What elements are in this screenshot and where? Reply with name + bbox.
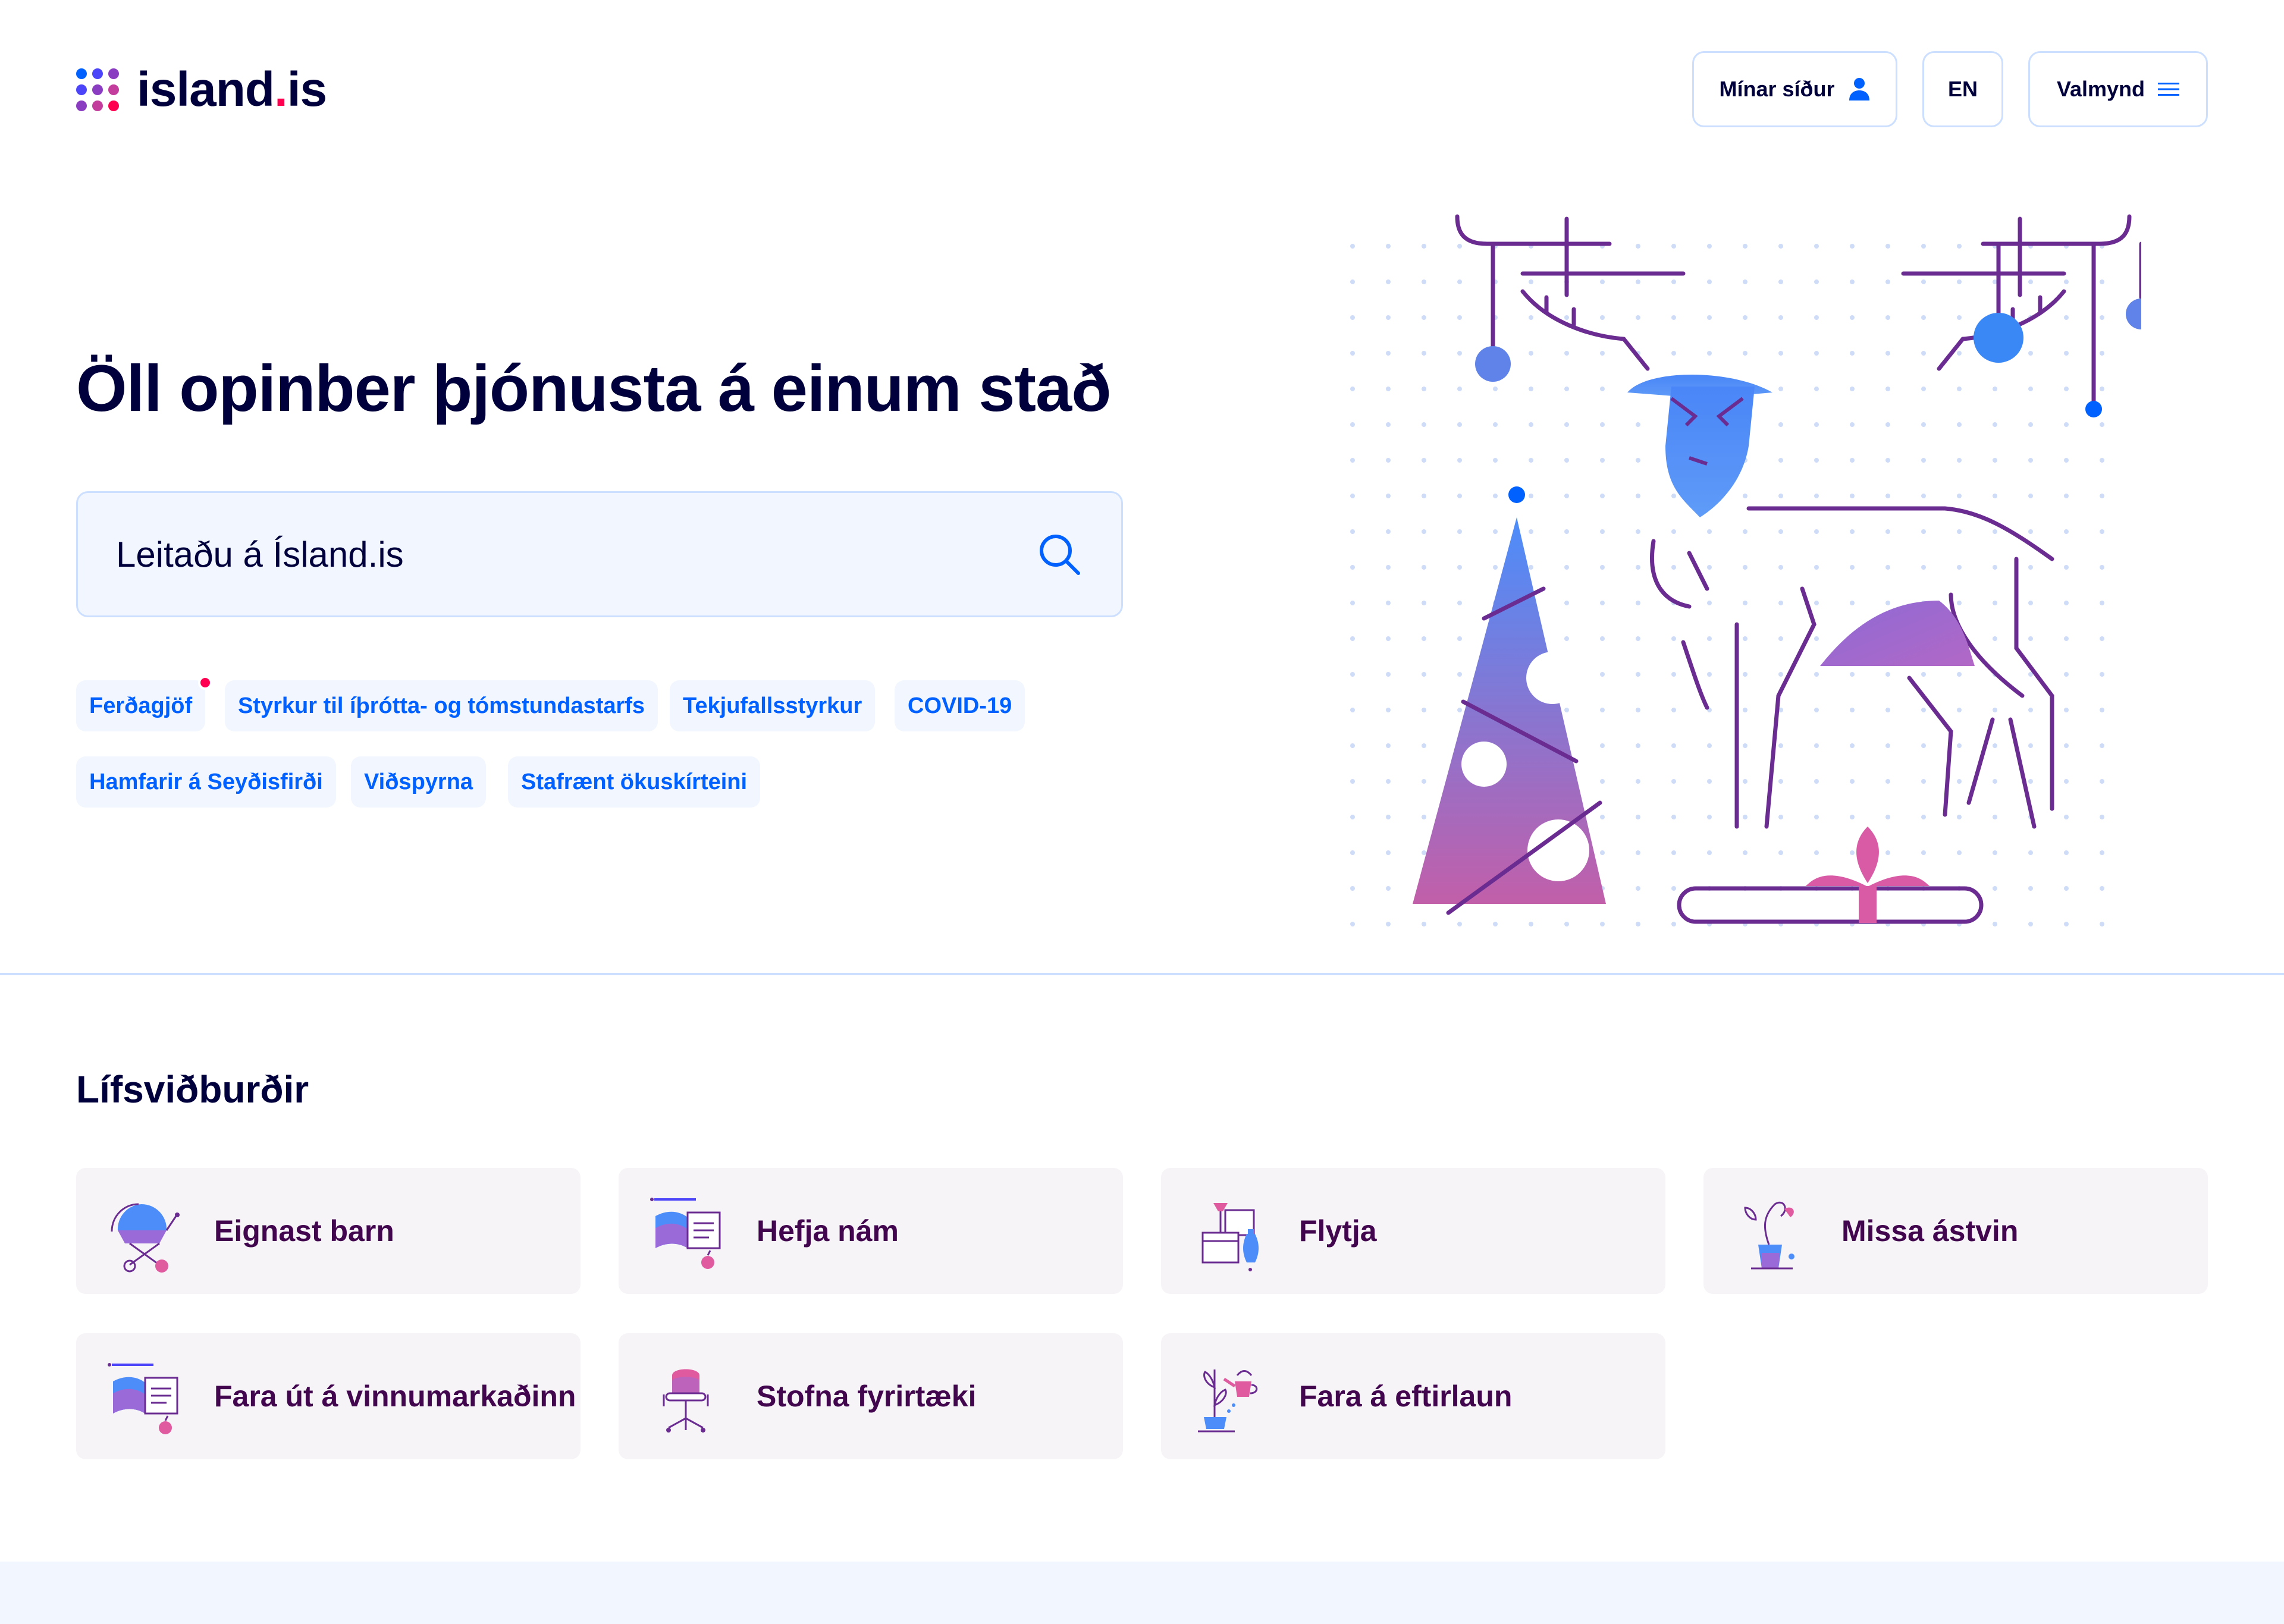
life-event-card-vinnumarkadur[interactable]: Fara út á vinnumarkaðinn: [76, 1333, 581, 1459]
language-label: EN: [1947, 77, 1978, 101]
my-pages-button[interactable]: Mínar síður: [1692, 51, 1897, 127]
logo-name-dot: .: [274, 62, 288, 117]
user-icon: [1849, 78, 1869, 100]
logo-dot: [76, 84, 87, 95]
logo-dot: [92, 68, 103, 79]
tag-label: COVID-19: [908, 693, 1012, 718]
tag-label: Tekjufallsstyrkur: [683, 693, 862, 718]
island-logo[interactable]: island.is: [76, 65, 327, 114]
hamburger-icon: [2158, 83, 2180, 96]
section-divider: [0, 973, 2284, 975]
life-event-card-stofna-fyrirtaeki[interactable]: Stofna fyrirtæki: [619, 1333, 1123, 1459]
life-event-card-hefja-nam[interactable]: Hefja nám: [619, 1168, 1123, 1294]
tag-link[interactable]: Ferðagjöf: [76, 676, 213, 731]
card-label: Eignast barn: [214, 1214, 394, 1248]
life-event-card-flytja[interactable]: Flytja: [1161, 1168, 1665, 1294]
christmas-reindeer-illustration: [1350, 214, 2141, 928]
my-pages-label: Mínar síður: [1719, 77, 1835, 101]
card-label: Stofna fyrirtæki: [757, 1380, 977, 1413]
logo-tld: is: [287, 62, 327, 117]
language-button[interactable]: EN: [1922, 51, 2003, 127]
tag-link[interactable]: Stafrænt ökuskírteini: [508, 756, 761, 808]
tag-label: Styrkur til íþrótta- og tómstundastarfs: [238, 693, 645, 718]
search-icon[interactable]: [1036, 530, 1083, 578]
flower-pot-icon: [1744, 1202, 1794, 1270]
office-chair-icon: [663, 1369, 709, 1433]
logo-dot: [108, 68, 119, 79]
new-badge-dot: [198, 676, 213, 690]
tag-link[interactable]: Hamfarir á Seyðisfirði: [76, 756, 336, 808]
card-label: Fara á eftirlaun: [1299, 1380, 1513, 1413]
logo-name: island: [137, 62, 275, 117]
tag-link[interactable]: Tekjufallsstyrkur: [670, 680, 876, 731]
card-label: Flytja: [1299, 1214, 1377, 1248]
life-event-card-missa-astvin[interactable]: Missa ástvin: [1703, 1168, 2208, 1294]
header: island.is Mínar síður EN Valmynd: [0, 0, 2284, 155]
watering-can-icon: [1198, 1369, 1258, 1433]
life-event-card-eftirlaun[interactable]: Fara á eftirlaun: [1161, 1333, 1665, 1459]
menu-label: Valmynd: [2056, 77, 2145, 101]
footer-band: [0, 1562, 2284, 1624]
card-label: Fara út á vinnumarkaðinn: [214, 1380, 576, 1413]
page-title: Öll opinber þjónusta á einum stað: [76, 352, 1111, 425]
book-apple-icon: [108, 1363, 178, 1434]
tag-label: Viðspyrna: [364, 769, 473, 794]
tag-label: Ferðagjöf: [89, 693, 193, 718]
tag-link[interactable]: Viðspyrna: [351, 756, 487, 808]
logo-dot: [76, 100, 87, 111]
logo-wordmark: island.is: [137, 65, 327, 114]
tag-label: Stafrænt ökuskírteini: [521, 769, 748, 794]
logo-dot: [76, 68, 87, 79]
logo-dot: [92, 84, 103, 95]
logo-dot: [92, 100, 103, 111]
card-label: Missa ástvin: [1841, 1214, 2019, 1248]
tag-link[interactable]: Styrkur til íþrótta- og tómstundastarfs: [225, 680, 658, 731]
tag-link[interactable]: COVID-19: [895, 680, 1025, 731]
life-event-card-eignast-barn[interactable]: Eignast barn: [76, 1168, 581, 1294]
search-box[interactable]: [76, 491, 1123, 617]
menu-button[interactable]: Valmynd: [2028, 51, 2208, 127]
moving-boxes-icon: [1201, 1203, 1259, 1271]
logo-dot: [108, 100, 119, 111]
stroller-icon: [111, 1203, 180, 1273]
logo-dot: [108, 84, 119, 95]
logo-dots-icon: [76, 68, 119, 111]
book-icon: [650, 1198, 721, 1269]
card-label: Hefja nám: [757, 1214, 899, 1248]
life-events-title: Lífsviðburðir: [76, 1068, 309, 1111]
search-input[interactable]: [116, 533, 1036, 575]
tag-label: Hamfarir á Seyðisfirði: [89, 769, 323, 794]
